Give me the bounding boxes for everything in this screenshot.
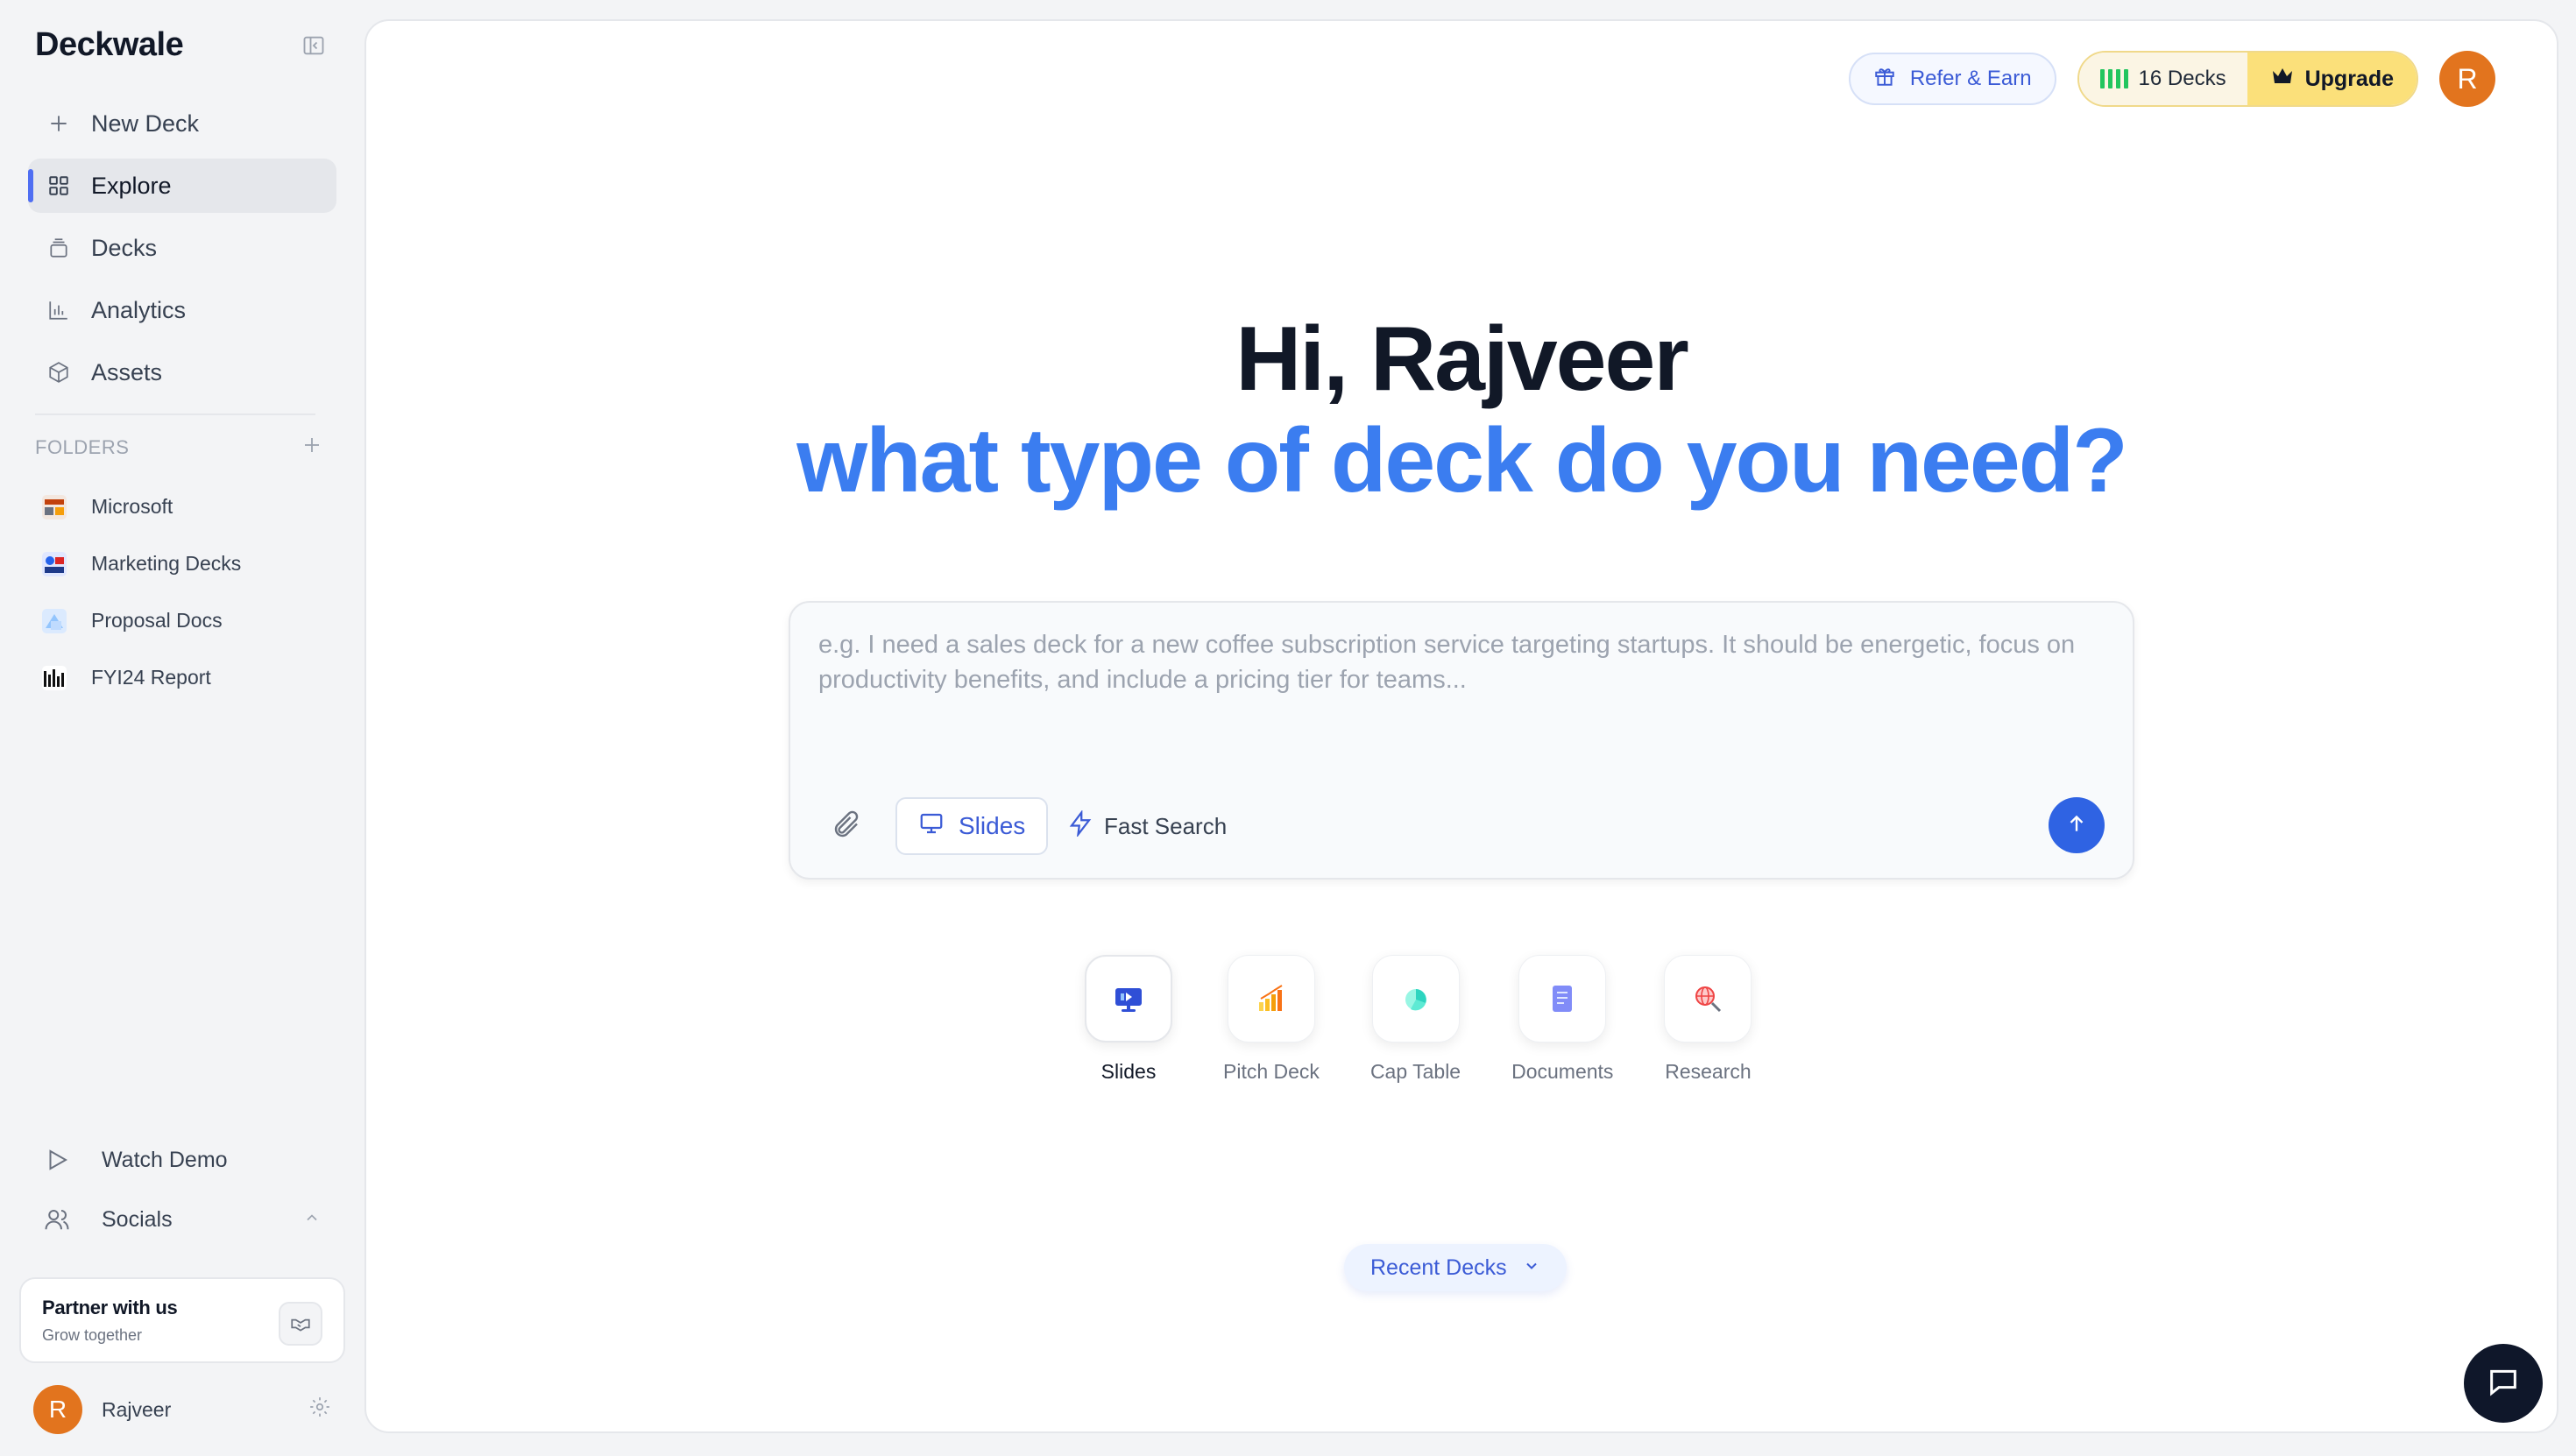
- pie-chart-icon: [1371, 955, 1460, 1043]
- plan-group: 16 Decks Upgrade: [2077, 51, 2418, 107]
- recent-decks-toggle[interactable]: Recent Decks: [1344, 1244, 1567, 1291]
- watch-demo-link[interactable]: Watch Demo: [42, 1130, 331, 1190]
- recent-decks-label: Recent Decks: [1370, 1255, 1507, 1280]
- chat-support-button[interactable]: [2464, 1344, 2543, 1423]
- stack-icon: [46, 235, 72, 261]
- top-actions: Refer & Earn 16 Decks Upgrade R: [1848, 51, 2495, 107]
- deck-type-cap-table[interactable]: Cap Table: [1370, 955, 1461, 1095]
- sidebar-bottom-links: Watch Demo Socials: [42, 1130, 331, 1249]
- folders-header: FOLDERS: [35, 435, 322, 461]
- add-folder-icon[interactable]: [301, 435, 322, 461]
- gift-icon: [1873, 65, 1896, 94]
- user-name: Rajveer: [102, 1397, 172, 1421]
- folder-label: FYI24 Report: [91, 666, 211, 689]
- upgrade-label: Upgrade: [2304, 66, 2394, 91]
- research-globe-icon: [1664, 955, 1752, 1043]
- nav-item-explore[interactable]: Explore: [28, 159, 336, 213]
- folder-item-microsoft[interactable]: Microsoft: [42, 478, 331, 535]
- main-panel: Refer & Earn 16 Decks Upgrade R Hi, Rajv…: [364, 19, 2558, 1433]
- nav-item-new-deck[interactable]: New Deck: [28, 96, 336, 151]
- upgrade-button[interactable]: Upgrade: [2247, 53, 2417, 105]
- brand-logo[interactable]: Deckwale: [35, 26, 184, 64]
- watch-demo-label: Watch Demo: [102, 1147, 228, 1172]
- presentation-icon: [1085, 955, 1172, 1043]
- folder-thumbnail-icon: [42, 494, 67, 519]
- play-icon: [42, 1145, 72, 1175]
- user-profile-row[interactable]: R Rajveer: [33, 1384, 331, 1435]
- deck-type-research[interactable]: Research: [1664, 955, 1752, 1095]
- sidebar: Deckwale New Deck Explore Decks Analytic…: [0, 0, 364, 1456]
- nav-item-label: Explore: [91, 172, 172, 199]
- folders-heading: FOLDERS: [35, 436, 130, 458]
- fast-search-toggle[interactable]: Fast Search: [1058, 797, 1235, 855]
- lightning-icon: [1067, 809, 1093, 843]
- growth-chart-icon: [1227, 955, 1315, 1043]
- hero: Hi, Rajveer what type of deck do you nee…: [366, 307, 2557, 510]
- folder-label: Proposal Docs: [91, 609, 223, 632]
- bar-chart-icon: [46, 297, 72, 323]
- nav-item-analytics[interactable]: Analytics: [28, 283, 336, 337]
- slides-mode-button[interactable]: Slides: [895, 797, 1049, 855]
- folder-item-marketing-decks[interactable]: Marketing Decks: [42, 535, 331, 592]
- refer-label: Refer & Earn: [1909, 67, 2032, 90]
- deck-type-slides[interactable]: Slides: [1085, 955, 1172, 1095]
- fast-search-label: Fast Search: [1104, 812, 1228, 839]
- deck-type-label: Pitch Deck: [1223, 1060, 1320, 1083]
- main-nav: New Deck Explore Decks Analytics Assets: [28, 96, 336, 407]
- deck-type-label: Documents: [1511, 1060, 1614, 1083]
- deck-type-options: Slides Pitch Deck Cap Table Documents Re…: [1085, 955, 1802, 1095]
- mode-label: Slides: [959, 812, 1026, 839]
- arrow-up-icon: [2065, 812, 2088, 839]
- deck-type-documents[interactable]: Documents: [1511, 955, 1613, 1095]
- deck-type-label: Research: [1665, 1060, 1752, 1083]
- folder-label: Microsoft: [91, 495, 173, 518]
- grid-icon: [46, 173, 72, 199]
- folder-label: Marketing Decks: [91, 552, 242, 575]
- gear-icon[interactable]: [308, 1396, 331, 1424]
- sidebar-divider: [35, 413, 315, 415]
- nav-item-label: Assets: [91, 358, 163, 385]
- greeting-title: Hi, Rajveer: [1235, 308, 1689, 410]
- nav-item-decks[interactable]: Decks: [28, 221, 336, 275]
- folder-item-fyi24-report[interactable]: FYI24 Report: [42, 649, 331, 706]
- deck-type-pitch-deck[interactable]: Pitch Deck: [1223, 955, 1320, 1095]
- folder-thumbnail-icon: [42, 608, 67, 633]
- folder-thumbnail-icon: [42, 551, 67, 576]
- partner-card[interactable]: Partner with us Grow together: [19, 1277, 345, 1363]
- deck-type-label: Slides: [1100, 1060, 1157, 1083]
- prompt-box: Slides Fast Search: [789, 601, 2134, 880]
- chat-bubble-icon: [2486, 1364, 2521, 1403]
- socials-toggle[interactable]: Socials: [42, 1190, 331, 1249]
- folder-thumbnail-icon: [42, 665, 67, 690]
- nav-item-label: Analytics: [91, 296, 187, 323]
- crown-icon: [2270, 66, 2295, 93]
- deck-type-label: Cap Table: [1369, 1060, 1461, 1083]
- cube-icon: [46, 359, 72, 385]
- plus-icon: [46, 110, 72, 137]
- deck-count-label: 16 Decks: [2138, 67, 2226, 90]
- avatar[interactable]: R: [33, 1385, 82, 1434]
- refer-earn-button[interactable]: Refer & Earn: [1848, 53, 2056, 105]
- send-button[interactable]: [2049, 797, 2105, 853]
- chevron-down-icon: [1523, 1255, 1540, 1281]
- collapse-sidebar-icon[interactable]: [300, 32, 328, 60]
- header-avatar[interactable]: R: [2439, 51, 2495, 107]
- socials-label: Socials: [102, 1206, 173, 1232]
- nav-item-label: New Deck: [91, 110, 200, 137]
- greeting-question: what type of deck do you need?: [796, 410, 2128, 512]
- users-icon: [42, 1205, 72, 1234]
- nav-item-label: Decks: [91, 234, 158, 261]
- nav-item-assets[interactable]: Assets: [28, 345, 336, 399]
- deck-meter-icon: [2099, 69, 2128, 88]
- folder-item-proposal-docs[interactable]: Proposal Docs: [42, 592, 331, 649]
- monitor-icon: [918, 810, 945, 843]
- paperclip-icon[interactable]: [829, 808, 864, 843]
- handshake-icon: [279, 1302, 322, 1346]
- deck-count-badge[interactable]: 16 Decks: [2078, 53, 2247, 105]
- folder-list: Microsoft Marketing Decks Proposal Docs …: [42, 478, 331, 706]
- chevron-up-icon: [303, 1207, 321, 1233]
- prompt-input[interactable]: [818, 627, 2106, 732]
- document-icon: [1518, 955, 1607, 1043]
